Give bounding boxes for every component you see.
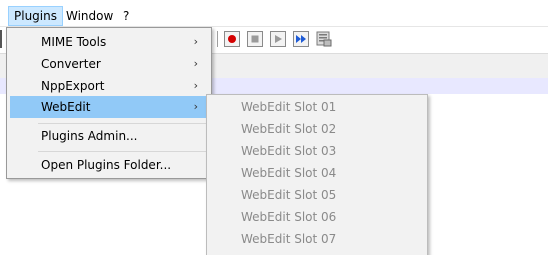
- toolbar-separator: [217, 31, 218, 47]
- chevron-right-icon: ›: [193, 100, 198, 113]
- menu-item-label: NppExport: [41, 79, 105, 93]
- menu-item-webedit[interactable]: WebEdit ›: [10, 96, 208, 118]
- run-macro-multiple-icon[interactable]: [293, 31, 309, 47]
- menu-item-label: Plugins Admin...: [41, 129, 138, 143]
- menu-item-open-plugins-folder[interactable]: Open Plugins Folder...: [10, 154, 208, 176]
- chevron-right-icon: ›: [193, 35, 198, 48]
- submenu-item-slot-07[interactable]: WebEdit Slot 07: [210, 228, 424, 250]
- menu-item-label: Open Plugins Folder...: [41, 158, 172, 172]
- submenu-item-slot-06[interactable]: WebEdit Slot 06: [210, 206, 424, 228]
- menu-item-plugins-admin[interactable]: Plugins Admin...: [10, 125, 208, 147]
- menu-window[interactable]: Window: [61, 6, 118, 26]
- menu-separator: [38, 123, 208, 124]
- save-macro-icon[interactable]: [316, 31, 332, 47]
- menu-separator: [38, 151, 208, 152]
- submenu-item-slot-02[interactable]: WebEdit Slot 02: [210, 118, 424, 140]
- menu-item-label: WebEdit: [41, 100, 91, 114]
- record-macro-icon[interactable]: [224, 31, 240, 47]
- playback-icon[interactable]: [270, 31, 286, 47]
- chevron-right-icon: ›: [193, 79, 198, 92]
- menu-item-converter[interactable]: Converter ›: [10, 53, 208, 75]
- webedit-submenu: WebEdit Slot 01 WebEdit Slot 02 WebEdit …: [206, 94, 428, 255]
- plugins-menu: MIME Tools › Converter › NppExport › Web…: [6, 27, 212, 179]
- submenu-item-slot-05[interactable]: WebEdit Slot 05: [210, 184, 424, 206]
- submenu-item-slot-04[interactable]: WebEdit Slot 04: [210, 162, 424, 184]
- submenu-item-slot-01[interactable]: WebEdit Slot 01: [210, 96, 424, 118]
- toolbar-grip: [0, 30, 2, 48]
- menu-bar: Plugins Window ?: [0, 0, 548, 27]
- menu-plugins[interactable]: Plugins: [8, 6, 63, 26]
- chevron-right-icon: ›: [193, 57, 198, 70]
- menu-item-mime-tools[interactable]: MIME Tools ›: [10, 31, 208, 53]
- menu-item-label: Converter: [41, 57, 101, 71]
- stop-recording-icon[interactable]: [247, 31, 263, 47]
- menu-help[interactable]: ?: [118, 6, 134, 26]
- submenu-item-slot-03[interactable]: WebEdit Slot 03: [210, 140, 424, 162]
- menu-item-label: MIME Tools: [41, 35, 107, 49]
- menu-item-nppexport[interactable]: NppExport ›: [10, 75, 208, 97]
